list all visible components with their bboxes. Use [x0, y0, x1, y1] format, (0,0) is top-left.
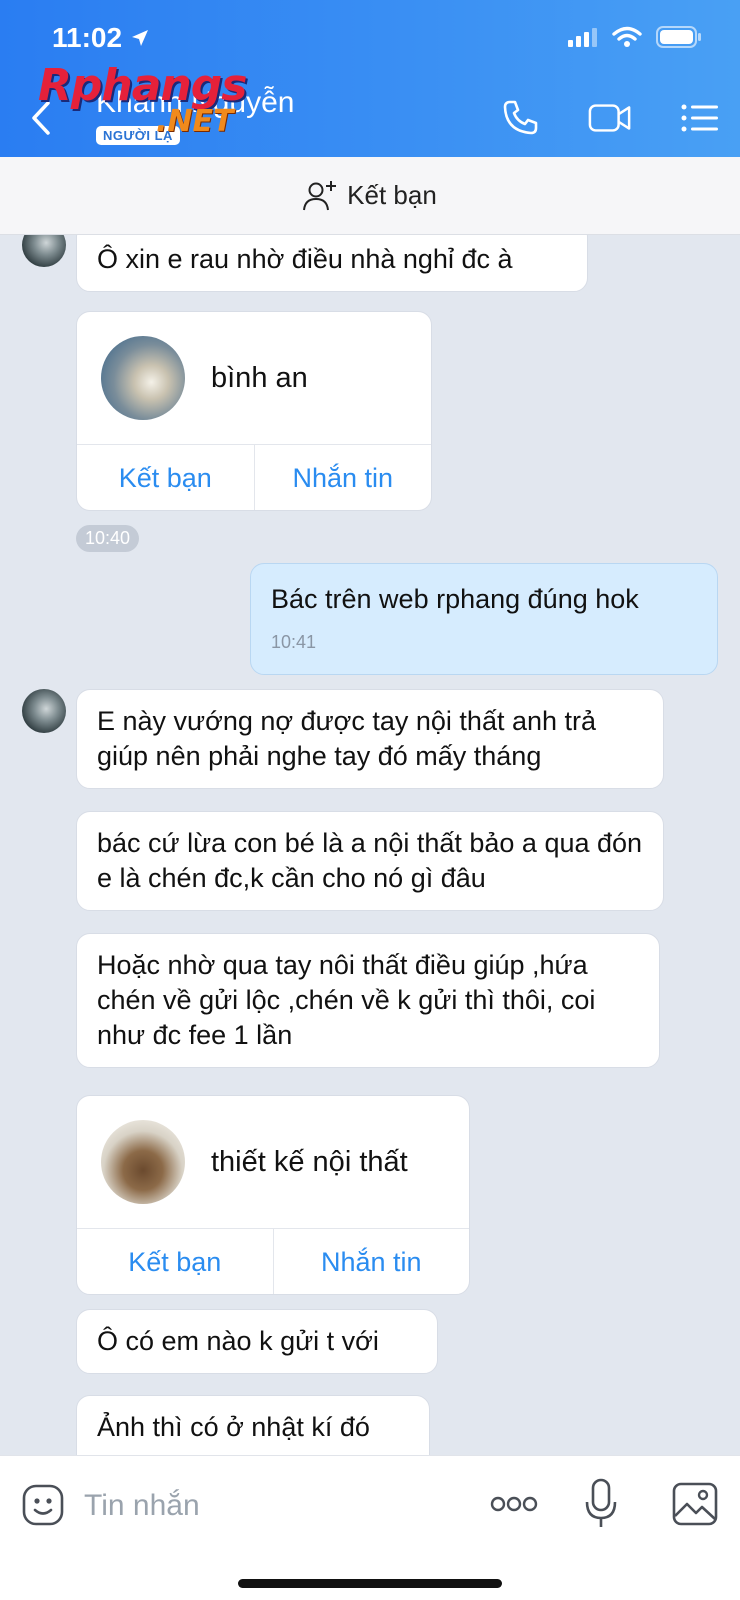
message-text: bác cứ lừa con bé là a nội thất bảo a qu…	[97, 828, 643, 893]
contact-card-avatar	[101, 1120, 185, 1204]
status-time: 11:02	[52, 22, 150, 54]
chat-header: 11:02 Khanh Nguyễn NGƯỜI LẠ Rphangs .NET	[0, 0, 740, 157]
contact-card[interactable]: bình an Kết bạn Nhắn tin	[76, 311, 432, 511]
message-text: Bác trên web rphang đúng hok	[271, 584, 639, 614]
list-menu-icon	[681, 104, 718, 132]
contact-card-avatar	[101, 336, 185, 420]
add-friend-bar[interactable]: Kết bạn	[0, 157, 740, 235]
card-add-friend-button[interactable]: Kết bạn	[77, 445, 254, 510]
more-dots-icon	[490, 1496, 538, 1512]
home-indicator[interactable]	[238, 1579, 502, 1588]
message-text: Hoặc nhờ qua tay nôi thất điều giúp ,hứa…	[97, 950, 596, 1050]
message-bubble[interactable]: Hoặc nhờ qua tay nôi thất điều giúp ,hứa…	[76, 933, 660, 1068]
my-message-bubble[interactable]: Bác trên web rphang đúng hok 10:41	[250, 563, 718, 675]
contact-card-actions: Kết bạn Nhắn tin	[77, 444, 432, 510]
image-button[interactable]	[672, 1482, 718, 1531]
sender-avatar[interactable]	[22, 235, 66, 267]
sticker-icon	[22, 1484, 64, 1526]
contact-card-info: bình an	[77, 312, 431, 444]
contact-card-actions: Kết bạn Nhắn tin	[77, 1228, 470, 1294]
video-camera-icon	[588, 104, 631, 132]
signal-icon	[568, 28, 597, 47]
location-arrow-icon	[132, 30, 149, 46]
message-bubble[interactable]: Ảnh thì có ở nhật kí đó	[76, 1395, 430, 1455]
microphone-icon	[585, 1478, 617, 1527]
card-add-friend-button[interactable]: Kết bạn	[77, 1229, 273, 1294]
message-text: E này vướng nợ được tay nội thất anh trả…	[97, 706, 597, 771]
add-friend-label: Kết bạn	[347, 180, 437, 210]
battery-icon	[656, 26, 701, 48]
message-bubble[interactable]: bác cứ lừa con bé là a nội thất bảo a qu…	[76, 811, 664, 911]
message-text: Ô xin e rau nhờ điều nhà nghỉ đc à	[97, 244, 513, 274]
message-input[interactable]: Tin nhắn	[84, 1476, 200, 1536]
sticker-button[interactable]	[22, 1484, 64, 1531]
header-actions	[498, 98, 722, 138]
card-message-button[interactable]: Nhắn tin	[272, 1229, 470, 1294]
phone-icon	[503, 100, 538, 135]
message-bubble[interactable]: Ô xin e rau nhờ điều nhà nghỉ đc à	[76, 235, 588, 292]
message-bubble[interactable]: E này vướng nợ được tay nội thất anh trả…	[76, 689, 664, 789]
image-icon	[672, 1482, 718, 1526]
contact-card-name: thiết kế nội thất	[211, 1145, 408, 1178]
message-list[interactable]: Ô xin e rau nhờ điều nhà nghỉ đc à bình …	[0, 235, 740, 1455]
add-user-icon	[303, 180, 337, 210]
message-time: 10:41	[271, 632, 317, 652]
message-text: Ảnh thì có ở nhật kí đó	[97, 1412, 370, 1442]
message-composer: Tin nhắn	[0, 1455, 740, 1600]
more-button[interactable]	[490, 1494, 538, 1519]
contact-card[interactable]: thiết kế nội thất Kết bạn Nhắn tin	[76, 1095, 470, 1295]
clock-text: 11:02	[52, 22, 123, 53]
composer-row: Tin nhắn	[0, 1476, 740, 1536]
call-button[interactable]	[498, 98, 542, 138]
time-separator: 10:40	[76, 525, 140, 552]
video-call-button[interactable]	[588, 98, 632, 138]
options-button[interactable]	[678, 98, 722, 138]
voice-button[interactable]	[584, 1478, 618, 1535]
wifi-icon	[612, 26, 642, 47]
card-message-button[interactable]: Nhắn tin	[253, 445, 432, 510]
contact-card-name: bình an	[211, 361, 308, 394]
message-text: Ô có em nào k gửi t với	[97, 1326, 379, 1356]
status-indicators	[568, 26, 702, 48]
watermark-tld: .NET	[156, 104, 234, 139]
sender-avatar[interactable]	[22, 689, 66, 733]
message-bubble[interactable]: Ô có em nào k gửi t với	[76, 1309, 438, 1374]
contact-card-info: thiết kế nội thất	[77, 1096, 469, 1228]
